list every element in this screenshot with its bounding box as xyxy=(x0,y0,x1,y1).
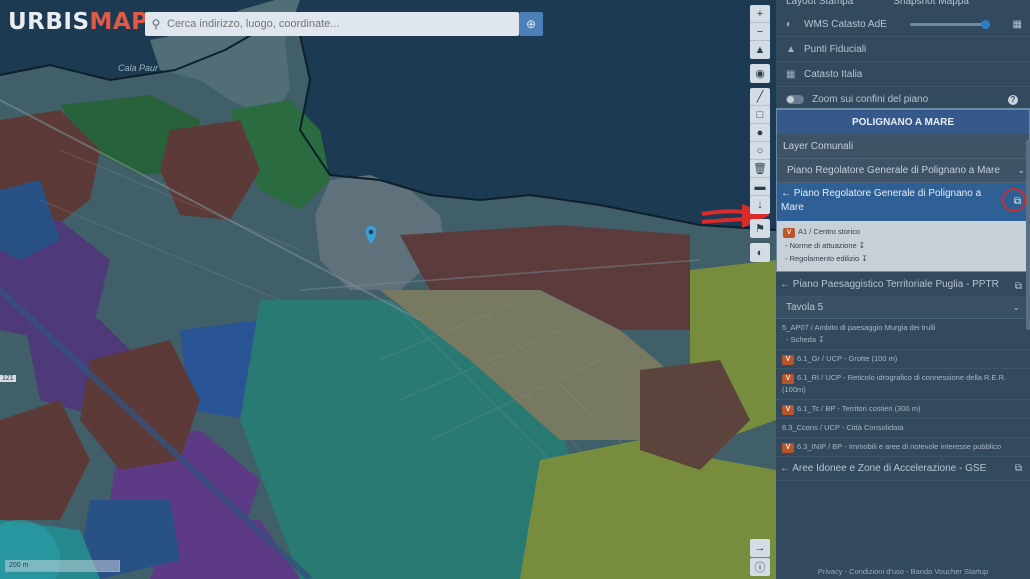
item-text: 6.3_INIP / BP - Immobili e aree di notev… xyxy=(797,442,1002,451)
punti-label: Punti Fiduciali xyxy=(804,43,867,55)
map-toolbar: + − ▲ ◉ ╱ □ ● ○ 🗑 ▬ ↓ ⚑ ◐ xyxy=(750,5,770,267)
scale-bar: 200 m xyxy=(5,560,120,572)
catasto-label: Catasto Italia xyxy=(804,68,863,80)
side-panel: Layout Stampa Snapshot Mappa ◐ WMS Catas… xyxy=(776,0,1030,579)
layout-stampa-tab[interactable]: Layout Stampa xyxy=(786,0,853,12)
globe-icon: ◐ xyxy=(786,18,793,30)
layer-comunali-title: Layer Comunali xyxy=(777,134,1029,159)
search-icon: ⚲ xyxy=(151,17,161,31)
bookmark-button[interactable]: ⚑ xyxy=(750,219,770,238)
wms-label: WMS Catasto AdE xyxy=(804,18,887,30)
search-bar: ⚲ xyxy=(145,12,519,36)
map-place-label: Cala Paur xyxy=(118,63,159,73)
triangle-icon: ▲ xyxy=(786,43,796,55)
chevron-down-icon: ⌄ xyxy=(1017,165,1025,175)
map-canvas[interactable]: URBISMAP ⚲ ⊕ Cala Paur 121 + − ▲ ◉ ╱ □ ●… xyxy=(0,0,776,579)
plan-select-value: Piano Regolatore Generale di Polignano a… xyxy=(787,165,1000,176)
list-item[interactable]: V 6.3_INIP / BP - Immobili e aree di note… xyxy=(776,438,1030,457)
download-icon[interactable]: ↧ xyxy=(861,254,867,263)
draw-circle-button[interactable]: ○ xyxy=(750,142,770,160)
municipality-header: POLIGNANO A MARE xyxy=(777,109,1029,134)
layer-settings-icon[interactable]: ▦ xyxy=(1013,19,1022,30)
list-item[interactable]: 6.3_Ccons / UCP - Città Consolidata xyxy=(776,419,1030,438)
delete-drawing-button[interactable]: 🗑 xyxy=(750,160,770,178)
v-badge: V xyxy=(782,405,794,415)
search-input[interactable] xyxy=(167,18,507,30)
opacity-slider-knob[interactable] xyxy=(981,19,990,29)
app-logo[interactable]: URBISMAP xyxy=(8,9,149,35)
zone-label[interactable]: A1 / Centro storico xyxy=(798,227,860,236)
active-plan-detail: V A1 / Centro storico - Norme di attuazio… xyxy=(777,221,1029,271)
geolocate-button[interactable]: ◉ xyxy=(750,64,770,83)
external-link-icon[interactable]: ⧉ xyxy=(1015,280,1022,293)
wms-catasto-row[interactable]: ◐ WMS Catasto AdE ▦ xyxy=(776,12,1030,37)
aree-idonee-header[interactable]: ← Aree Idonee e Zone di Accelerazione - … xyxy=(776,457,1030,481)
panel-scrollbar[interactable] xyxy=(1026,140,1030,330)
download-icon[interactable]: ↧ xyxy=(818,335,824,344)
compass-button[interactable]: ▲ xyxy=(750,41,770,59)
list-item[interactable]: 5_AP07 / Ambito di paesaggio Murgia dei … xyxy=(776,319,1030,350)
locate-search-button[interactable]: ⊕ xyxy=(519,12,543,36)
tavola-select[interactable]: Tavola 5 ⌄ xyxy=(776,297,1030,319)
v-badge: V xyxy=(782,443,794,453)
list-item[interactable]: V 6.1_Gr / UCP - Grotte (100 m) xyxy=(776,350,1030,369)
item-text: 6.1_RI / UCP - Reticolo idrografico di c… xyxy=(782,373,1007,394)
back-arrow-icon: ← xyxy=(780,463,790,474)
external-link-icon[interactable]: ⧉ xyxy=(1015,462,1022,475)
footer-links[interactable]: Privacy - Condizioni d'uso - Bando Vouch… xyxy=(776,565,1030,579)
tavola-value: Tavola 5 xyxy=(786,302,824,313)
norme-link[interactable]: - Norme di attuazione xyxy=(785,241,857,250)
list-item[interactable]: V 6.1_Tc / BP - Territori costieri (300 m… xyxy=(776,400,1030,419)
aree-title: Aree Idonee e Zone di Accelerazione - GS… xyxy=(792,463,987,474)
zoom-toggle-row: Zoom sui confini del piano ? xyxy=(776,87,1030,112)
plan-select[interactable]: Piano Regolatore Generale di Polignano a… xyxy=(777,159,1029,183)
chevron-down-icon: ⌄ xyxy=(1012,302,1020,312)
measure-button[interactable]: ▬ xyxy=(750,178,770,196)
zoom-out-button[interactable]: − xyxy=(750,23,770,41)
download-icon[interactable]: ↧ xyxy=(859,241,865,250)
item-text: 6.1_Gr / UCP - Grotte (100 m) xyxy=(797,354,898,363)
zoom-label: Zoom sui confini del piano xyxy=(812,94,929,105)
top-tabs: Layout Stampa Snapshot Mappa xyxy=(776,0,1030,12)
v-badge: V xyxy=(782,355,794,365)
map-icon: ▦ xyxy=(786,68,796,80)
collapse-panel-button[interactable]: → xyxy=(750,539,770,557)
info-button[interactable]: ⓘ xyxy=(750,558,770,576)
list-item[interactable]: V 6.1_RI / UCP - Reticolo idrografico di … xyxy=(776,369,1030,400)
item-text: 6.1_Tc / BP - Territori costieri (300 m) xyxy=(797,404,921,413)
snapshot-mappa-tab[interactable]: Snapshot Mappa xyxy=(893,0,969,12)
v-badge: V xyxy=(783,228,795,238)
punti-fiduciali-row[interactable]: ▲ Punti Fiduciali xyxy=(776,37,1030,62)
draw-polygon-button[interactable]: □ xyxy=(750,106,770,124)
zoom-in-button[interactable]: + xyxy=(750,5,770,23)
pptr-header[interactable]: ← Piano Paesaggistico Territoriale Pugli… xyxy=(776,272,1030,297)
active-plan-title: Piano Regolatore Generale di Polignano a… xyxy=(781,188,982,213)
scheda-link[interactable]: - Scheda xyxy=(786,335,816,344)
help-icon[interactable]: ? xyxy=(1008,94,1018,105)
back-arrow-icon: ← xyxy=(781,188,791,199)
regolamento-link[interactable]: - Regolamento edilizio xyxy=(785,254,859,263)
active-plan-header[interactable]: ← Piano Regolatore Generale di Polignano… xyxy=(777,183,1029,221)
download-button[interactable]: ↓ xyxy=(750,196,770,214)
zoom-toggle[interactable] xyxy=(786,95,804,104)
crosshair-icon: ⊕ xyxy=(525,17,537,31)
draw-point-button[interactable]: ● xyxy=(750,124,770,142)
opacity-slider[interactable] xyxy=(910,22,990,26)
item-text: 5_AP07 / Ambito di paesaggio Murgia dei … xyxy=(782,323,936,332)
catasto-italia-row[interactable]: ▦ Catasto Italia xyxy=(776,62,1030,87)
basemap-button[interactable]: ◐ xyxy=(750,243,770,262)
map-layers xyxy=(0,0,776,579)
item-text: 6.3_Ccons / UCP - Città Consolidata xyxy=(782,423,904,432)
annotation-circle xyxy=(1002,188,1026,212)
draw-line-button[interactable]: ╱ xyxy=(750,88,770,106)
back-arrow-icon: ← xyxy=(780,279,790,290)
v-badge: V xyxy=(782,374,794,384)
pptr-title: Piano Paesaggistico Territoriale Puglia … xyxy=(792,279,999,290)
road-badge: 121 xyxy=(0,375,16,382)
